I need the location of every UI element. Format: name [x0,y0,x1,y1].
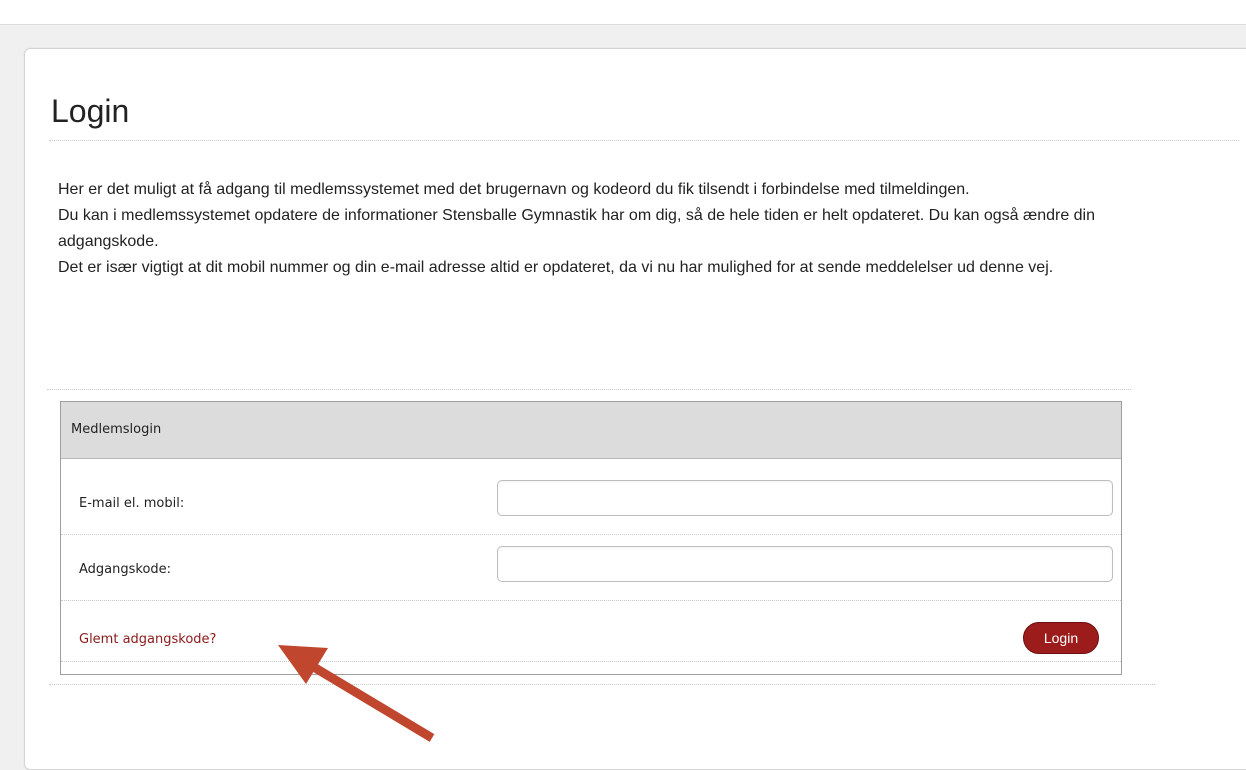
email-label: E-mail el. mobil: [79,496,185,511]
password-label: Adgangskode: [79,562,172,577]
intro-text: Her er det muligt at få adgang til medle… [58,177,1118,281]
intro-paragraph: Det er især vigtigt at dit mobil nummer … [58,259,1054,276]
intro-paragraph: Du kan i medlemssystemet opdatere de inf… [58,207,1096,250]
actions-row: Glemt adgangskode? Login [61,610,1121,666]
forgot-password-link[interactable]: Glemt adgangskode? [79,632,216,647]
password-row: Adgangskode: [61,544,1121,600]
title-divider [49,140,1239,141]
page-title: Login [51,93,130,129]
email-input[interactable] [497,480,1113,516]
email-row: E-mail el. mobil: [61,478,1121,534]
password-input[interactable] [497,546,1113,582]
content-card: Login Her er det muligt at få adgang til… [24,48,1246,770]
login-button[interactable]: Login [1023,622,1099,654]
member-login-panel: Medlemslogin E-mail el. mobil: Adgangsko… [60,401,1122,675]
row-divider [61,661,1121,662]
panel-header: Medlemslogin [61,402,1121,459]
intro-paragraph: Her er det muligt at få adgang til medle… [58,181,970,198]
row-divider [61,534,1121,535]
bottom-divider [49,684,1155,685]
intro-divider [47,389,1131,390]
top-bar [0,0,1246,25]
row-divider [61,600,1121,601]
